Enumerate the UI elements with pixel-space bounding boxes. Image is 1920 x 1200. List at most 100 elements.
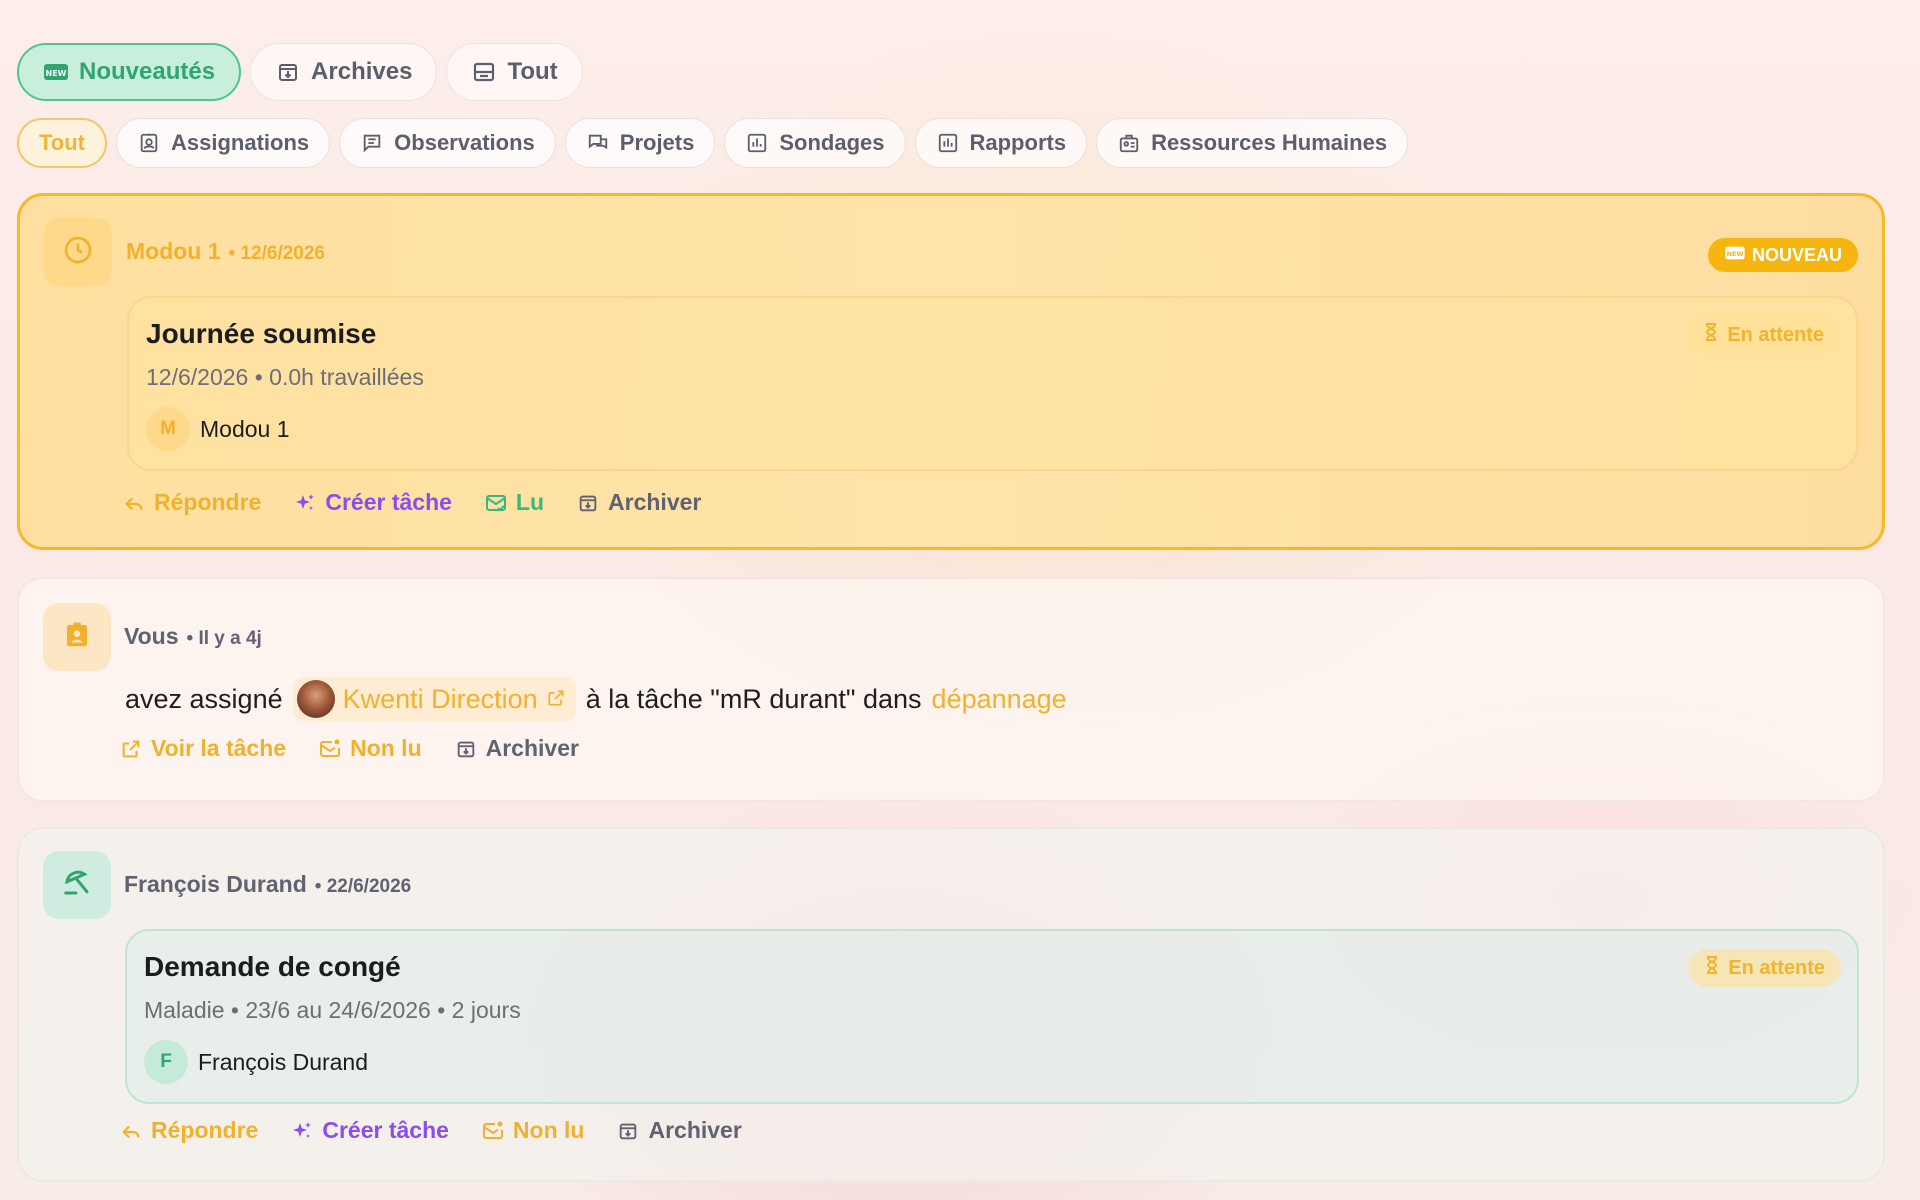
- reply-label: Répondre: [151, 1117, 259, 1143]
- person-avatar: F: [144, 1040, 188, 1084]
- category-filters: Tout Assignations Observations Projets S…: [17, 118, 1409, 168]
- notification-date: • 12/6/2026: [228, 243, 326, 264]
- project-link[interactable]: dépannage: [932, 684, 1067, 715]
- assignment-icon: [62, 620, 92, 655]
- notification-card[interactable]: Vous • Il y a 4j avez assigné Kwenti Dir…: [17, 577, 1885, 802]
- person-name: Modou 1: [200, 415, 290, 442]
- poll-icon: [745, 131, 769, 155]
- detail-person: F François Durand: [144, 1040, 1840, 1084]
- person-avatar: M: [146, 407, 190, 451]
- archive-icon: [275, 59, 301, 85]
- notification-date: • 22/6/2026: [314, 876, 412, 897]
- reply-button[interactable]: Répondre: [122, 489, 261, 516]
- archive-button[interactable]: Archiver: [576, 489, 701, 516]
- tab-label: Nouveautés: [79, 58, 216, 85]
- clock-icon: [62, 234, 94, 271]
- create-task-button[interactable]: Créer tâche: [290, 1117, 449, 1144]
- notification-actions: Répondre Créer tâche Non lu Archiver: [119, 1117, 742, 1144]
- author-name: François Durand: [124, 871, 307, 897]
- mail-unread-icon: [318, 737, 342, 761]
- detail-title: Journée soumise: [146, 318, 377, 349]
- reply-label: Répondre: [154, 489, 262, 515]
- filter-label: Rapports: [969, 130, 1067, 155]
- archive-button[interactable]: Archiver: [616, 1117, 742, 1144]
- view-tabs: NEW Nouveautés Archives Tout: [17, 43, 583, 101]
- external-link-icon: [119, 737, 143, 761]
- archive-button[interactable]: Archiver: [454, 735, 579, 762]
- notification-actions: Répondre Créer tâche Lu Archiver: [122, 489, 701, 516]
- mail-check-icon: [484, 491, 508, 515]
- status-badge: En attente: [1687, 316, 1840, 354]
- notification-date: • Il y a 4j: [186, 628, 262, 649]
- tab-tout[interactable]: Tout: [446, 43, 583, 101]
- badge-label: NOUVEAU: [1751, 244, 1842, 265]
- status-label: En attente: [1727, 323, 1824, 346]
- filter-projets[interactable]: Projets: [564, 118, 716, 168]
- filter-observations[interactable]: Observations: [339, 118, 556, 168]
- mark-read-button[interactable]: Lu: [484, 489, 544, 516]
- notification-avatar: [43, 851, 111, 919]
- view-task-button[interactable]: Voir la tâche: [119, 735, 286, 762]
- person-name: François Durand: [198, 1048, 369, 1075]
- filter-label: Sondages: [779, 130, 885, 155]
- detail-subtitle: Maladie • 23/6 au 24/6/2026 • 2 jours: [144, 997, 521, 1023]
- status-label: En attente: [1728, 956, 1825, 979]
- tab-label: Archives: [311, 58, 413, 85]
- notification-detail[interactable]: Journée soumise 12/6/2026 • 0.0h travail…: [127, 296, 1858, 471]
- message-text: avez assigné: [125, 683, 283, 714]
- notification-message: avez assigné Kwenti Direction à la tâche…: [125, 677, 1067, 721]
- create-task-label: Créer tâche: [325, 489, 452, 515]
- filter-ressources-humaines[interactable]: Ressources Humaines: [1096, 118, 1409, 168]
- new-badge-icon: NEW: [43, 59, 69, 85]
- filter-label: Assignations: [171, 130, 310, 155]
- archive-icon: [454, 737, 478, 761]
- message-text: à la tâche "mR durant" dans: [585, 683, 922, 714]
- sparkles-icon: [293, 491, 317, 515]
- filter-label: Tout: [39, 130, 86, 155]
- new-badge-icon: NEW: [1724, 245, 1746, 266]
- external-link-icon: [546, 684, 566, 715]
- detail-subtitle: 12/6/2026 • 0.0h travaillées: [146, 364, 424, 390]
- notification-actions: Voir la tâche Non lu Archiver: [119, 735, 579, 762]
- svg-text:NEW: NEW: [46, 69, 67, 78]
- mail-unread-icon: [481, 1119, 505, 1143]
- notification-detail[interactable]: Demande de congé Maladie • 23/6 au 24/6/…: [125, 929, 1859, 1104]
- hr-icon: [1117, 131, 1141, 155]
- status-badge: En attente: [1688, 949, 1841, 987]
- filter-rapports[interactable]: Rapports: [914, 118, 1088, 168]
- reply-button[interactable]: Répondre: [119, 1117, 258, 1144]
- report-icon: [936, 131, 960, 155]
- author-name: Vous: [124, 623, 179, 649]
- archive-label: Archiver: [608, 489, 702, 515]
- mark-unread-button[interactable]: Non lu: [481, 1117, 584, 1144]
- mark-unread-button[interactable]: Non lu: [318, 735, 422, 762]
- author-name: Modou 1: [126, 238, 221, 264]
- filter-tout[interactable]: Tout: [17, 118, 108, 168]
- filter-label: Projets: [619, 130, 695, 155]
- notification-card[interactable]: François Durand • 22/6/2026 Demande de c…: [17, 827, 1885, 1182]
- mention-name: Kwenti Direction: [342, 683, 538, 714]
- mark-read-label: Lu: [515, 489, 545, 515]
- notification-header: François Durand • 22/6/2026: [124, 871, 411, 898]
- svg-text:NEW: NEW: [1727, 250, 1744, 258]
- user-mention[interactable]: Kwenti Direction: [292, 677, 576, 721]
- hourglass-icon: [1703, 322, 1719, 348]
- inbox-icon: [471, 59, 497, 85]
- sparkles-icon: [290, 1119, 314, 1143]
- archive-icon: [576, 491, 600, 515]
- chat-icon: [586, 131, 610, 155]
- archive-label: Archiver: [648, 1117, 742, 1143]
- tab-label: Tout: [507, 58, 558, 85]
- filter-label: Ressources Humaines: [1151, 130, 1388, 155]
- comment-icon: [360, 131, 384, 155]
- filter-label: Observations: [394, 130, 535, 155]
- notification-card[interactable]: Modou 1 • 12/6/2026 NEW NOUVEAU Journée …: [17, 193, 1885, 550]
- filter-assignations[interactable]: Assignations: [116, 118, 331, 168]
- tab-archives[interactable]: Archives: [250, 43, 438, 101]
- notification-header: Vous • Il y a 4j: [124, 623, 262, 650]
- archive-icon: [616, 1119, 640, 1143]
- filter-sondages[interactable]: Sondages: [724, 118, 906, 168]
- tab-nouveautes[interactable]: NEW Nouveautés: [17, 43, 242, 101]
- create-task-button[interactable]: Créer tâche: [293, 489, 452, 516]
- notification-avatar: [43, 603, 111, 671]
